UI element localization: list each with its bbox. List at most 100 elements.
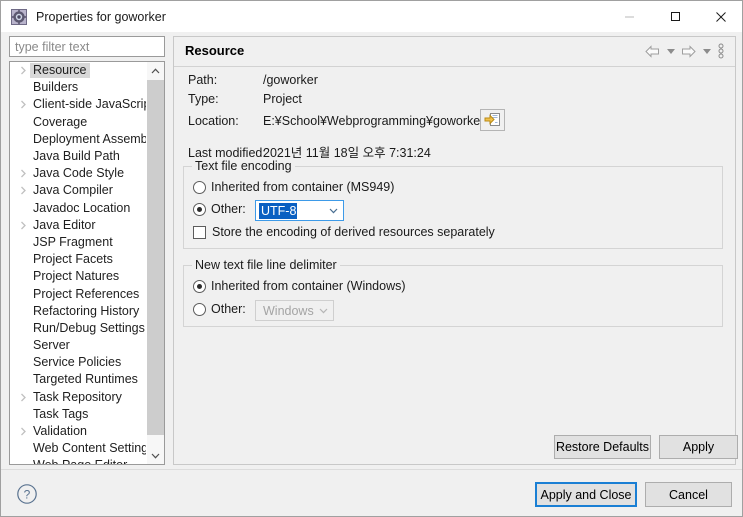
apply-button[interactable]: Apply bbox=[659, 435, 738, 459]
scroll-up-icon[interactable] bbox=[147, 62, 164, 79]
encoding-inherited-label: Inherited from container (MS949) bbox=[211, 180, 395, 194]
sidebar-item-label: Javadoc Location bbox=[33, 200, 131, 215]
sidebar-item-project-facets[interactable]: Project Facets bbox=[10, 251, 149, 268]
encoding-other-radio[interactable]: Other: bbox=[193, 202, 246, 216]
expand-chevron-right-icon[interactable] bbox=[16, 66, 30, 75]
expand-chevron-right-icon[interactable] bbox=[16, 169, 30, 178]
svg-text:?: ? bbox=[24, 487, 31, 501]
forward-menu-chevron-down-icon[interactable] bbox=[700, 41, 713, 61]
sidebar-item-server[interactable]: Server bbox=[10, 337, 149, 354]
sidebar-item-service-policies[interactable]: Service Policies bbox=[10, 354, 149, 371]
tree-scroll-viewport: Resource Builders Client-side JavaScript Co… bbox=[10, 62, 149, 464]
sidebar-item-label: Project References bbox=[33, 286, 140, 301]
sidebar-item-java-code-style[interactable]: Java Code Style bbox=[10, 165, 149, 182]
encoding-inherited-radio[interactable]: Inherited from container (MS949) bbox=[193, 180, 394, 194]
path-value: /goworker bbox=[263, 73, 318, 87]
sidebar-item-label: Client-side JavaScript bbox=[33, 97, 149, 112]
sidebar-item-client-side-javascript[interactable]: Client-side JavaScript bbox=[10, 96, 149, 113]
sidebar-item-java-build-path[interactable]: Java Build Path bbox=[10, 148, 149, 165]
sidebar-item-label: Web Content Settings bbox=[33, 441, 149, 456]
sidebar-item-project-references[interactable]: Project References bbox=[10, 285, 149, 302]
scroll-down-icon[interactable] bbox=[147, 447, 164, 464]
sidebar-item-label: Task Tags bbox=[33, 406, 89, 421]
properties-dialog: Properties for goworker ResourceBuilders… bbox=[0, 0, 743, 517]
view-menu-icon[interactable] bbox=[714, 41, 727, 61]
back-menu-chevron-down-icon[interactable] bbox=[664, 41, 677, 61]
sidebar-item-project-natures[interactable]: Project Natures bbox=[10, 268, 149, 285]
sidebar-item-java-compiler[interactable]: Java Compiler bbox=[10, 182, 149, 199]
sidebar-item-jsp-fragment[interactable]: JSP Fragment bbox=[10, 234, 149, 251]
expand-chevron-right-icon[interactable] bbox=[16, 393, 30, 402]
back-arrow-icon[interactable] bbox=[642, 41, 663, 61]
tree-scroll-thumb[interactable] bbox=[147, 80, 164, 435]
settings-tree: Resource Builders Client-side JavaScript Co… bbox=[9, 61, 165, 465]
sidebar-item-label: Task Repository bbox=[33, 389, 122, 404]
sidebar-item-label: Web Page Editor bbox=[30, 458, 130, 464]
sidebar-item-label: Java Compiler bbox=[33, 183, 113, 198]
delimiter-inherited-radio[interactable]: Inherited from container (Windows) bbox=[193, 279, 406, 293]
sidebar-item-label: Validation bbox=[33, 424, 87, 439]
info-row-type: Type: Project bbox=[188, 92, 302, 106]
delimiter-other-label: Other: bbox=[211, 302, 246, 316]
close-icon[interactable] bbox=[698, 1, 742, 32]
expand-chevron-right-icon[interactable] bbox=[16, 186, 30, 195]
sidebar-item-java-editor[interactable]: Java Editor bbox=[10, 217, 149, 234]
sidebar-item-label: Refactoring History bbox=[33, 303, 140, 318]
encoding-combo-chevron-down-icon[interactable] bbox=[324, 201, 343, 220]
sidebar-item-label: Builders bbox=[33, 80, 79, 95]
minimize-icon[interactable] bbox=[606, 1, 652, 32]
sidebar-item-javadoc-location[interactable]: Javadoc Location bbox=[10, 200, 149, 217]
sidebar-item-label: Server bbox=[33, 338, 70, 353]
tree-vertical-scrollbar[interactable] bbox=[146, 62, 164, 464]
apply-and-close-button[interactable]: Apply and Close bbox=[535, 482, 637, 507]
maximize-icon[interactable] bbox=[652, 1, 698, 32]
expand-chevron-right-icon[interactable] bbox=[16, 100, 30, 109]
sidebar-item-label: Java Code Style bbox=[33, 166, 125, 181]
page-toolbar bbox=[642, 41, 727, 61]
help-icon[interactable]: ? bbox=[15, 482, 39, 506]
sidebar-item-task-tags[interactable]: Task Tags bbox=[10, 406, 149, 423]
sidebar-item-task-repository[interactable]: Task Repository bbox=[10, 389, 149, 406]
sidebar-item-label: Run/Debug Settings bbox=[33, 320, 145, 335]
info-row-location: Location: E:¥School¥Webprogramming¥gowork… bbox=[188, 114, 484, 128]
encoding-group-title: Text file encoding bbox=[192, 159, 295, 173]
store-derived-checkbox[interactable]: Store the encoding of derived resources … bbox=[193, 225, 495, 239]
radio-unchecked-icon bbox=[193, 302, 206, 316]
path-label: Path: bbox=[188, 73, 218, 87]
location-value: E:¥School¥Webprogramming¥goworker bbox=[263, 114, 485, 128]
expand-chevron-right-icon[interactable] bbox=[16, 221, 30, 230]
sidebar-item-label: Coverage bbox=[33, 114, 88, 129]
sidebar-item-label: Java Build Path bbox=[33, 149, 120, 164]
sidebar-item-resource[interactable]: Resource bbox=[10, 62, 149, 79]
window-title: Properties for goworker bbox=[36, 9, 166, 24]
sidebar-item-refactoring-history[interactable]: Refactoring History bbox=[10, 303, 149, 320]
delimiter-other-radio[interactable]: Other: bbox=[193, 302, 246, 316]
cancel-button[interactable]: Cancel bbox=[645, 482, 732, 507]
forward-arrow-icon[interactable] bbox=[678, 41, 699, 61]
sidebar-item-coverage[interactable]: Coverage bbox=[10, 114, 149, 131]
dialog-body: ResourceBuildersClient-side JavaScriptCo… bbox=[1, 32, 742, 469]
page-title: Resource bbox=[185, 43, 245, 58]
sidebar-item-label: Resource bbox=[30, 63, 90, 79]
dialog-footer: ? Apply and Close Cancel bbox=[1, 469, 742, 516]
filter-input[interactable] bbox=[9, 36, 165, 57]
sidebar-item-label: Project Natures bbox=[33, 269, 120, 284]
sidebar-item-builders[interactable]: Builders bbox=[10, 79, 149, 96]
delimiter-inherited-label: Inherited from container (Windows) bbox=[211, 279, 406, 293]
restore-defaults-button[interactable]: Restore Defaults bbox=[554, 435, 651, 459]
sidebar-item-validation[interactable]: Validation bbox=[10, 423, 149, 440]
properties-gear-icon bbox=[11, 8, 27, 25]
sidebar-item-run-debug-settings[interactable]: Run/Debug Settings bbox=[10, 320, 149, 337]
sidebar-item-targeted-runtimes[interactable]: Targeted Runtimes bbox=[10, 371, 149, 388]
encoding-combo[interactable]: UTF-8 bbox=[255, 200, 344, 221]
sidebar-item-web-content-settings[interactable]: Web Content Settings bbox=[10, 440, 149, 457]
sidebar-item-web-page-editor[interactable]: Web Page Editor bbox=[10, 457, 149, 464]
title-bar: Properties for goworker bbox=[1, 1, 742, 32]
checkbox-unchecked-icon bbox=[193, 225, 206, 239]
sidebar-item-label: JSP Fragment bbox=[33, 234, 113, 249]
show-in-explorer-icon[interactable] bbox=[480, 109, 505, 131]
type-label: Type: bbox=[188, 92, 219, 106]
store-derived-label: Store the encoding of derived resources … bbox=[212, 225, 495, 239]
sidebar-item-deployment-assembly[interactable]: Deployment Assembly bbox=[10, 131, 149, 148]
expand-chevron-right-icon[interactable] bbox=[16, 427, 30, 436]
